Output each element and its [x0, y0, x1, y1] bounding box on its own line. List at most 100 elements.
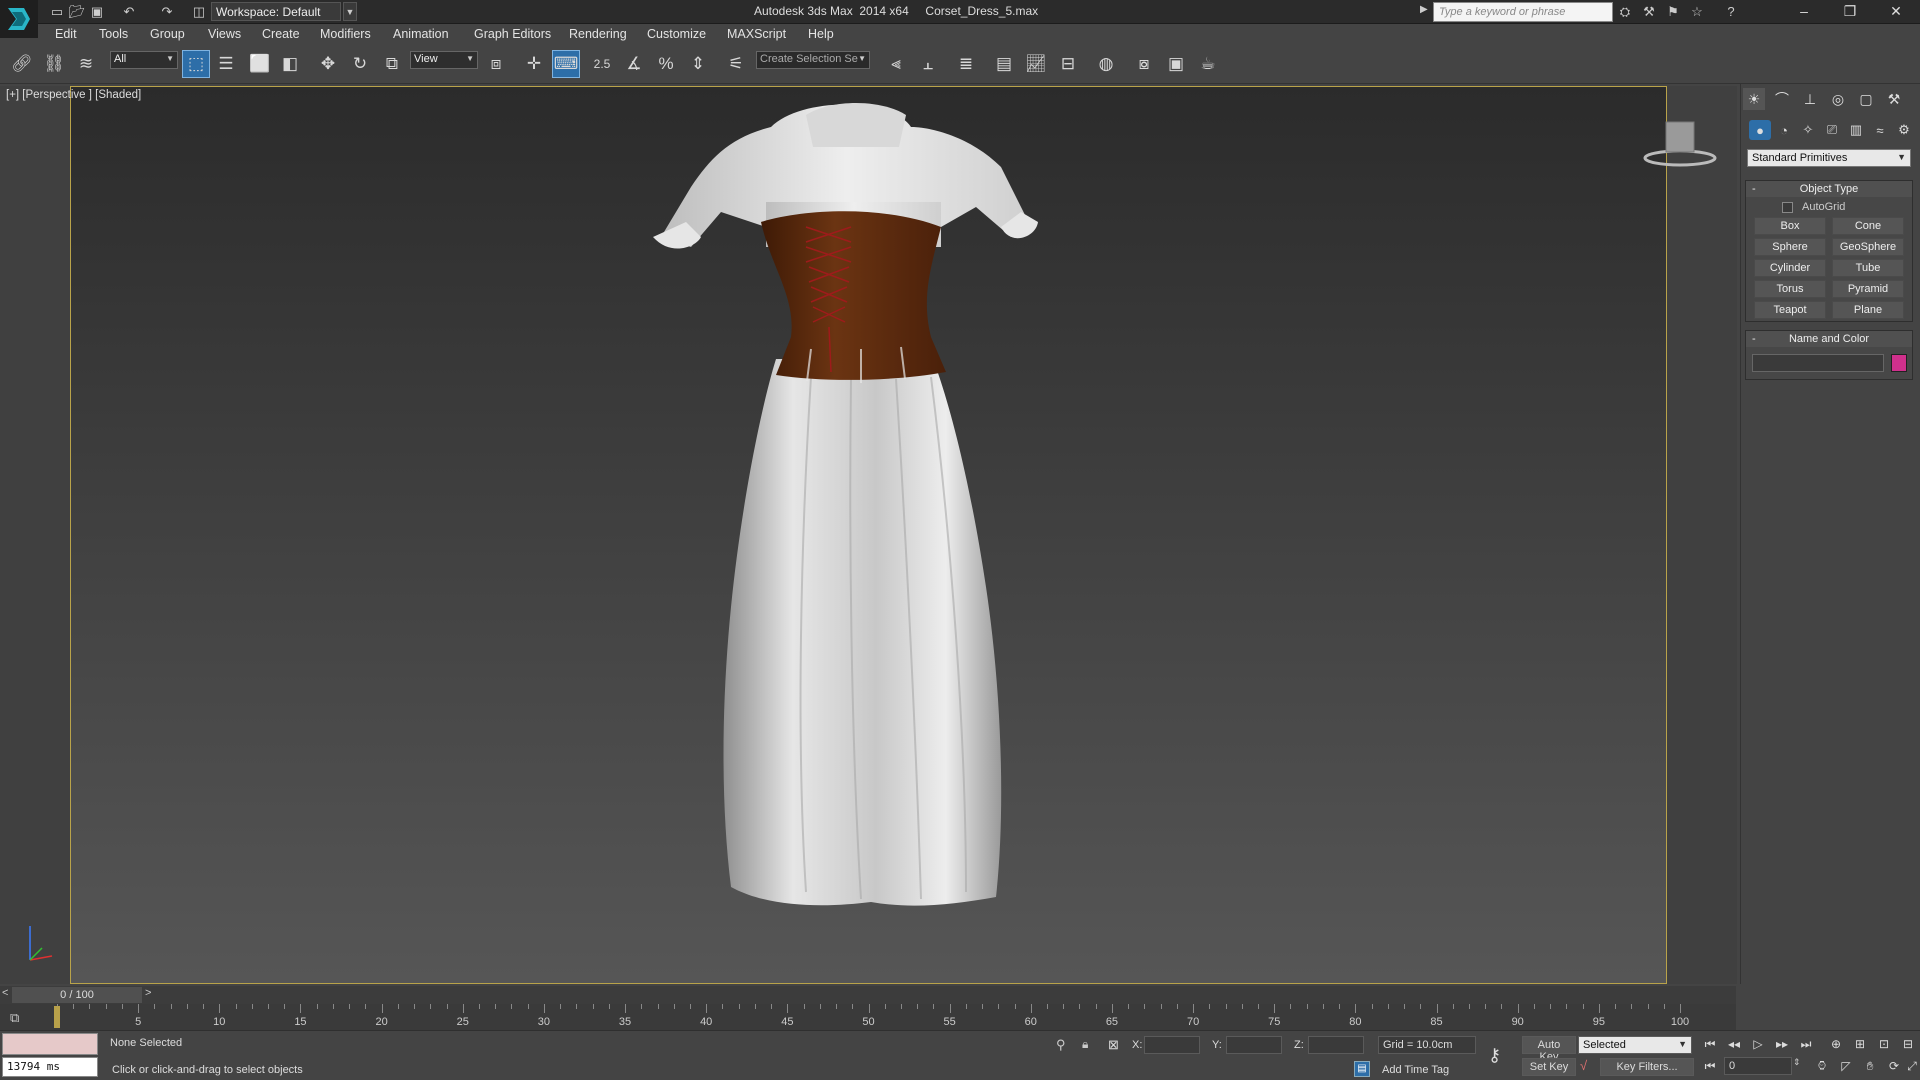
rotate-icon[interactable]: ↻ [346, 50, 374, 78]
geosphere-button[interactable]: GeoSphere [1832, 238, 1904, 256]
workspace-dropdown[interactable]: Workspace: Default [211, 2, 341, 21]
menu-graph-editors[interactable]: Graph Editors [474, 27, 551, 41]
menu-create[interactable]: Create [262, 27, 300, 41]
reference-coordinate-dropdown[interactable]: View ▼ [410, 51, 478, 69]
key-mode-dropdown[interactable]: Selected ▼ [1578, 1036, 1692, 1054]
rectangular-region-icon[interactable]: ⬜ [246, 50, 274, 78]
app-logo-icon[interactable] [0, 0, 38, 38]
select-by-name-icon[interactable]: ☰ [212, 50, 240, 78]
motion-tab-icon[interactable]: ◎ [1827, 88, 1849, 110]
next-frame-icon[interactable]: ▸▸ [1772, 1035, 1792, 1053]
angle-snap-icon[interactable]: ∡ [620, 50, 648, 78]
geometry-icon[interactable]: ● [1749, 120, 1771, 140]
menu-tools[interactable]: Tools [99, 27, 128, 41]
box-button[interactable]: Box [1754, 217, 1826, 235]
window-crossing-icon[interactable]: ◧ [276, 50, 304, 78]
previous-frame-icon[interactable]: ◂◂ [1724, 1035, 1744, 1053]
zoom-extents-all-icon[interactable]: ⊟ [1898, 1035, 1918, 1053]
current-frame-field[interactable]: 0 [1724, 1057, 1792, 1075]
subscription-icon[interactable]: ⚒ [1640, 3, 1658, 21]
menu-rendering[interactable]: Rendering [569, 27, 627, 41]
snaps-toggle-icon[interactable]: 2.5 [588, 50, 616, 78]
lock-icon[interactable]: 🔒︎ [1082, 1037, 1088, 1052]
rendered-frame-window-icon[interactable]: ▣ [1162, 50, 1190, 78]
object-name-field[interactable] [1752, 354, 1884, 372]
move-icon[interactable]: ✥ [314, 50, 342, 78]
restore-icon[interactable]: ❐ [1827, 0, 1873, 24]
mini-curve-editor-icon[interactable]: ⧉ [10, 1010, 19, 1026]
undo-icon[interactable]: ↶ [120, 3, 138, 21]
spinner-snap-icon[interactable]: ⇕ [684, 50, 712, 78]
tube-button[interactable]: Tube [1832, 259, 1904, 277]
set-key-key-icon[interactable]: ⚷ [1488, 1045, 1501, 1066]
menu-views[interactable]: Views [208, 27, 241, 41]
go-to-start-icon[interactable]: ⏮ [1700, 1035, 1720, 1053]
lights-icon[interactable]: ✧ [1797, 120, 1819, 140]
viewcube-icon[interactable] [1640, 118, 1720, 168]
material-editor-icon[interactable]: ◍ [1092, 50, 1120, 78]
z-coordinate-field[interactable] [1308, 1036, 1364, 1054]
render-production-icon[interactable]: ☕︎ [1194, 50, 1222, 78]
help-icon[interactable]: ? [1722, 3, 1740, 21]
menu-group[interactable]: Group [150, 27, 185, 41]
object-color-swatch[interactable] [1891, 354, 1907, 372]
close-icon[interactable]: ✕ [1873, 0, 1919, 24]
cone-button[interactable]: Cone [1832, 217, 1904, 235]
time-tag-icon[interactable]: ▤ [1354, 1061, 1370, 1077]
object-type-header[interactable]: - Object Type [1746, 181, 1912, 197]
menu-help[interactable]: Help [808, 27, 834, 41]
search-input[interactable]: Type a keyword or phrase [1433, 2, 1613, 22]
dress-model[interactable] [71, 87, 1668, 985]
minimize-icon[interactable]: – [1781, 0, 1827, 24]
time-slider-next[interactable]: > [145, 987, 151, 999]
curve-editor-icon[interactable]: 📈︎ [1022, 50, 1050, 78]
percent-snap-icon[interactable]: % [652, 50, 680, 78]
named-selection-dropdown[interactable]: Create Selection Se ▼ [756, 51, 870, 69]
redo-icon[interactable]: ↷ [158, 3, 176, 21]
current-frame-marker[interactable] [54, 1006, 60, 1028]
torus-button[interactable]: Torus [1754, 280, 1826, 298]
frame-spinner-icon[interactable]: ⇕ [1793, 1057, 1801, 1068]
favorites-star-icon[interactable]: ☆ [1688, 3, 1706, 21]
select-object-icon[interactable]: ⬚ [182, 50, 210, 78]
set-key-button[interactable]: Set Key [1522, 1058, 1576, 1076]
hierarchy-tab-icon[interactable]: ⊥ [1799, 88, 1821, 110]
keyboard-shortcut-override-icon[interactable]: ⌨ [552, 50, 580, 78]
edit-named-selection-icon[interactable]: ⚟ [722, 50, 750, 78]
maxscript-listener[interactable] [2, 1033, 98, 1055]
orbit-icon[interactable]: ⟳ [1884, 1057, 1904, 1075]
script-time-output[interactable]: 13794 ms [2, 1057, 98, 1077]
key-mode-toggle-icon[interactable]: ⏮ [1700, 1057, 1720, 1075]
open-file-icon[interactable]: 📂︎ [68, 3, 86, 21]
auto-key-button[interactable]: Auto Key [1522, 1036, 1576, 1063]
utilities-tab-icon[interactable]: ⚒ [1883, 88, 1905, 110]
maximize-viewport-icon[interactable]: ⤢ [1902, 1057, 1920, 1075]
play-icon[interactable]: ▷ [1748, 1035, 1768, 1053]
chevron-down-icon[interactable]: ▼ [343, 2, 357, 21]
pivot-center-icon[interactable]: ⧈ [482, 50, 510, 78]
track-bar[interactable]: 5 10 15 20 25 30 35 40 45 50 55 60 65 70 75 80 85 90 95 100 [0, 1004, 1736, 1030]
create-tab-icon[interactable]: ☀ [1743, 88, 1765, 110]
menu-animation[interactable]: Animation [393, 27, 449, 41]
primitive-category-dropdown[interactable]: Standard Primitives ▼ [1747, 149, 1911, 167]
binoculars-icon[interactable]: ⛭ [1616, 3, 1634, 21]
add-time-tag[interactable]: Add Time Tag [1382, 1064, 1449, 1076]
key-curve-icon[interactable]: √ [1580, 1058, 1587, 1073]
systems-icon[interactable]: ⚙ [1893, 120, 1915, 140]
helpers-icon[interactable]: ▥ [1845, 120, 1867, 140]
perspective-viewport[interactable] [70, 86, 1667, 984]
unlink-icon[interactable]: ⛓ [40, 50, 68, 78]
bind-space-warp-icon[interactable]: ≋ [72, 50, 100, 78]
autogrid-checkbox[interactable] [1782, 202, 1793, 213]
plane-button[interactable]: Plane [1832, 301, 1904, 319]
graphite-ribbon-icon[interactable]: ▤ [990, 50, 1018, 78]
space-warps-icon[interactable]: ≈ [1869, 120, 1891, 140]
new-file-icon[interactable]: ▭ [48, 3, 66, 21]
cameras-icon[interactable]: ⎚ [1821, 120, 1843, 140]
zoom-all-icon[interactable]: ⊞ [1850, 1035, 1870, 1053]
teapot-button[interactable]: Teapot [1754, 301, 1826, 319]
cylinder-button[interactable]: Cylinder [1754, 259, 1826, 277]
select-manipulate-icon[interactable]: ✛ [520, 50, 548, 78]
go-to-end-icon[interactable]: ⏭ [1796, 1035, 1816, 1053]
menu-modifiers[interactable]: Modifiers [320, 27, 371, 41]
